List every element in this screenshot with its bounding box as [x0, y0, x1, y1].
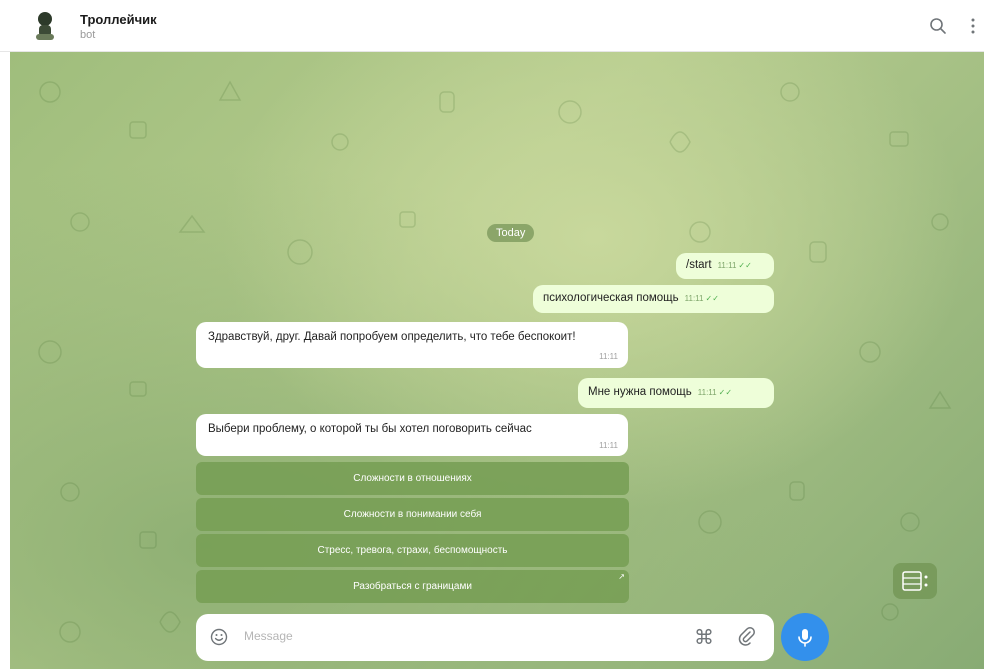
message-text: Здравствуй, друг. Давай попробуем опреде…: [208, 331, 576, 343]
emoji-icon[interactable]: [210, 628, 228, 646]
inline-keyboard-button[interactable]: Сложности в понимании себя: [196, 498, 629, 531]
chat-subtitle: bot: [80, 29, 96, 41]
message-outgoing[interactable]: /start 11:11 ✓✓: [676, 253, 774, 279]
read-checkmarks-icon: ✓✓: [738, 261, 752, 270]
more-vertical-icon[interactable]: [968, 16, 978, 36]
microphone-icon: [798, 629, 812, 647]
message-incoming[interactable]: Здравствуй, друг. Давай попробуем опреде…: [196, 322, 628, 368]
message-incoming[interactable]: Выбери проблему, о которой ты бы хотел п…: [196, 414, 628, 456]
inline-keyboard-button[interactable]: Стресс, тревога, страхи, беспомощность: [196, 534, 629, 567]
message-text: /start: [686, 259, 712, 271]
message-time: 11:11: [599, 441, 618, 450]
date-chip: Today: [487, 224, 535, 242]
keyboard-icon: [902, 571, 928, 591]
bot-keyboard-toggle[interactable]: [893, 563, 937, 599]
search-icon[interactable]: [928, 16, 948, 36]
inline-keyboard-button[interactable]: Разобраться с границами ↗: [196, 570, 629, 603]
bot-avatar-icon: [36, 12, 54, 40]
message-input[interactable]: Message: [244, 629, 293, 643]
message-outgoing[interactable]: психологическая помощь 11:11 ✓✓: [533, 285, 774, 313]
message-time: 11:11: [599, 352, 618, 361]
voice-message-button[interactable]: [781, 613, 829, 661]
chat-header: Троллейчик bot: [0, 0, 984, 52]
inline-keyboard-button[interactable]: Сложности в отношениях: [196, 462, 629, 495]
message-text: Выбери проблему, о которой ты бы хотел п…: [208, 423, 532, 435]
message-text: Мне нужна помощь: [588, 386, 692, 398]
command-icon[interactable]: ⌘: [694, 625, 714, 650]
message-outgoing[interactable]: Мне нужна помощь 11:11 ✓✓: [578, 378, 774, 408]
message-text: психологическая помощь: [543, 292, 679, 304]
read-checkmarks-icon: ✓✓: [705, 294, 719, 303]
message-composer: Message ⌘: [196, 614, 774, 661]
chat-title[interactable]: Троллейчик: [80, 12, 157, 27]
inline-keyboard-button-label: Разобраться с границами: [353, 581, 472, 592]
message-time: 11:11: [684, 294, 704, 303]
message-time: 11:11: [697, 388, 717, 397]
arrow-up-right-icon: ↗: [618, 572, 625, 581]
read-checkmarks-icon: ✓✓: [718, 388, 733, 397]
message-time: 11:11: [717, 261, 737, 270]
paperclip-icon[interactable]: [738, 627, 756, 647]
avatar[interactable]: [28, 8, 62, 42]
